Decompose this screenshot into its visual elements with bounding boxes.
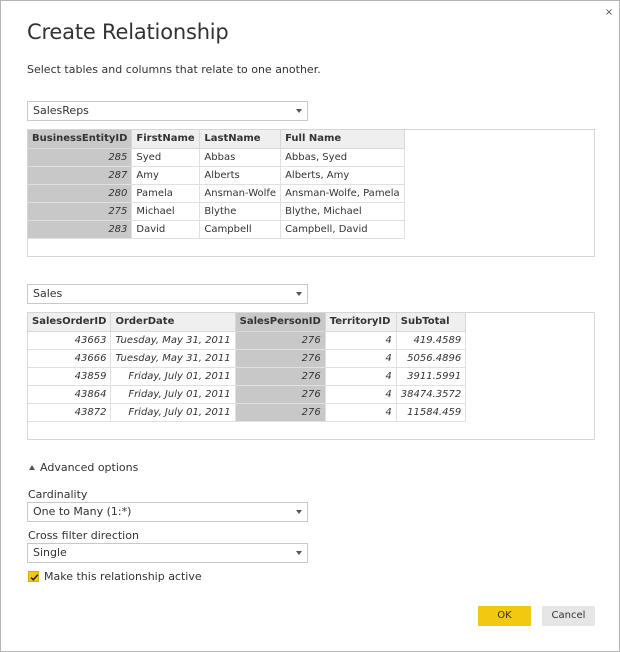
table-cell: Alberts, Amy — [280, 166, 405, 185]
close-icon[interactable]: × — [603, 7, 615, 19]
table-row: 43864 Friday, July 01, 2011 276 4 38474.… — [28, 385, 467, 404]
table-cell: Abbas — [199, 148, 282, 167]
table-cell: 43872 — [28, 403, 112, 422]
collapse-triangle-icon — [29, 465, 35, 470]
table-cell: 43859 — [28, 367, 112, 386]
table-cell: Alberts — [199, 166, 282, 185]
table-row: 43859 Friday, July 01, 2011 276 4 3911.5… — [28, 367, 467, 386]
table1-grid: BusinessEntityID FirstName LastName Full… — [28, 130, 405, 239]
table-row: 287 Amy Alberts Alberts, Amy — [28, 166, 405, 185]
table-row: 285 Syed Abbas Abbas, Syed — [28, 148, 405, 167]
chevron-down-icon — [296, 510, 302, 514]
active-checkbox[interactable] — [28, 571, 39, 582]
table2-col-territoryid[interactable]: TerritoryID — [325, 313, 397, 332]
table-row: 275 Michael Blythe Blythe, Michael — [28, 202, 405, 221]
table-cell: Campbell, David — [280, 220, 405, 239]
table-cell: Syed — [131, 148, 201, 167]
table-cell: 4 — [325, 349, 397, 368]
table-cell: Blythe — [199, 202, 282, 221]
table-row: 43663 Tuesday, May 31, 2011 276 4 419.45… — [28, 331, 467, 350]
table-cell: 283 — [28, 220, 133, 239]
cross-filter-select[interactable]: Single — [27, 543, 308, 563]
table-cell: Ansman-Wolfe — [199, 184, 282, 203]
table-cell: Blythe, Michael — [280, 202, 405, 221]
table-row: 280 Pamela Ansman-Wolfe Ansman-Wolfe, Pa… — [28, 184, 405, 203]
table2-grid: SalesOrderID OrderDate SalesPersonID Ter… — [28, 313, 467, 422]
cross-filter-label: Cross filter direction — [28, 529, 139, 542]
table1-preview: BusinessEntityID FirstName LastName Full… — [27, 129, 595, 257]
table2-col-subtotal[interactable]: SubTotal — [396, 313, 467, 332]
table2-col-salesorderid[interactable]: SalesOrderID — [28, 313, 112, 332]
table-row: 43666 Tuesday, May 31, 2011 276 4 5056.4… — [28, 349, 467, 368]
table-cell: Tuesday, May 31, 2011 — [110, 331, 236, 350]
dialog-subtitle: Select tables and columns that relate to… — [27, 63, 321, 76]
table-cell: 276 — [235, 331, 326, 350]
table-cell: 43864 — [28, 385, 112, 404]
table1-col-firstname[interactable]: FirstName — [131, 130, 201, 149]
dialog-title: Create Relationship — [27, 20, 229, 44]
table1-select[interactable]: SalesReps — [27, 101, 308, 121]
table-cell: 38474.3572 — [396, 385, 467, 404]
table-cell: 4 — [325, 403, 397, 422]
chevron-down-icon — [296, 292, 302, 296]
active-checkbox-label[interactable]: Make this relationship active — [44, 570, 202, 583]
table-cell: 285 — [28, 148, 133, 167]
table-cell: 276 — [235, 403, 326, 422]
table1-col-lastname[interactable]: LastName — [199, 130, 282, 149]
table2-select-value: Sales — [33, 287, 63, 300]
table-cell: Michael — [131, 202, 201, 221]
table-cell: 276 — [235, 349, 326, 368]
table-cell: 276 — [235, 367, 326, 386]
table-cell: Amy — [131, 166, 201, 185]
table-cell: 419.4589 — [396, 331, 467, 350]
table-cell: 4 — [325, 385, 397, 404]
cardinality-label: Cardinality — [28, 488, 88, 501]
chevron-down-icon — [296, 109, 302, 113]
table2-col-orderdate[interactable]: OrderDate — [110, 313, 236, 332]
table-cell: 4 — [325, 331, 397, 350]
ok-button[interactable]: OK — [478, 606, 531, 626]
table1-header-row: BusinessEntityID FirstName LastName Full… — [28, 130, 405, 149]
table-row: 283 David Campbell Campbell, David — [28, 220, 405, 239]
table1-col-fullname[interactable]: Full Name — [280, 130, 405, 149]
table-cell: 43666 — [28, 349, 112, 368]
create-relationship-dialog: × Create Relationship Select tables and … — [0, 0, 620, 652]
table-cell: 3911.5991 — [396, 367, 467, 386]
table-cell: David — [131, 220, 201, 239]
table-cell: 11584.459 — [396, 403, 467, 422]
cancel-button[interactable]: Cancel — [542, 606, 595, 626]
table-cell: 280 — [28, 184, 133, 203]
table-cell: 5056.4896 — [396, 349, 467, 368]
table-cell: Ansman-Wolfe, Pamela — [280, 184, 405, 203]
table-cell: 43663 — [28, 331, 112, 350]
table-cell: 276 — [235, 385, 326, 404]
table-cell: Friday, July 01, 2011 — [110, 385, 236, 404]
table1-select-value: SalesReps — [33, 104, 89, 117]
table-cell: Friday, July 01, 2011 — [110, 367, 236, 386]
table-cell: 287 — [28, 166, 133, 185]
table-cell: Abbas, Syed — [280, 148, 405, 167]
table-cell: Pamela — [131, 184, 201, 203]
cross-filter-select-value: Single — [33, 546, 67, 559]
table2-col-salespersonid[interactable]: SalesPersonID — [235, 313, 326, 332]
table2-header-row: SalesOrderID OrderDate SalesPersonID Ter… — [28, 313, 467, 332]
table1-col-businessentityid[interactable]: BusinessEntityID — [28, 130, 133, 149]
table-cell: 275 — [28, 202, 133, 221]
table-row: 43872 Friday, July 01, 2011 276 4 11584.… — [28, 403, 467, 422]
table-cell: Friday, July 01, 2011 — [110, 403, 236, 422]
checkmark-icon — [30, 574, 39, 581]
advanced-options-toggle[interactable]: Advanced options — [29, 461, 138, 474]
chevron-down-icon — [296, 551, 302, 555]
advanced-options-label: Advanced options — [40, 461, 139, 474]
table-cell: Tuesday, May 31, 2011 — [110, 349, 236, 368]
cardinality-select[interactable]: One to Many (1:*) — [27, 502, 308, 522]
table-cell: 4 — [325, 367, 397, 386]
table-cell: Campbell — [199, 220, 282, 239]
table2-preview: SalesOrderID OrderDate SalesPersonID Ter… — [27, 312, 595, 440]
table2-select[interactable]: Sales — [27, 284, 308, 304]
cardinality-select-value: One to Many (1:*) — [33, 505, 132, 518]
